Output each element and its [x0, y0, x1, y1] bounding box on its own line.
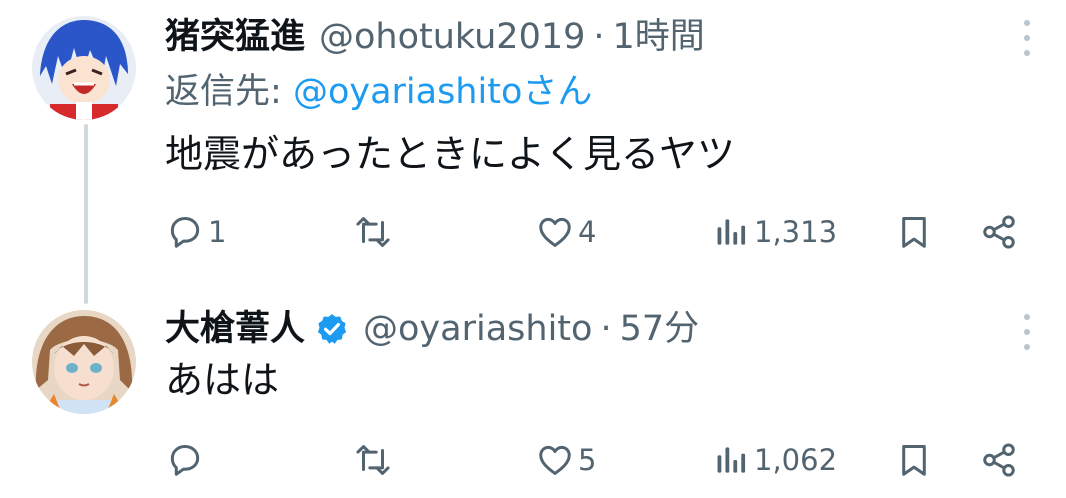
- share-icon: [983, 215, 1015, 249]
- like-button[interactable]: 5: [536, 438, 596, 482]
- reply-count: 1: [208, 215, 227, 249]
- action-bar: 1 4 1,313: [0, 210, 1066, 254]
- user-handle[interactable]: @ohotuku2019: [319, 16, 585, 58]
- retweet-button[interactable]: [354, 210, 392, 254]
- like-count: 4: [578, 215, 597, 249]
- reply-button[interactable]: 1: [166, 210, 226, 254]
- retweet-button[interactable]: [354, 438, 392, 482]
- like-button[interactable]: 4: [536, 210, 596, 254]
- like-icon: [539, 445, 571, 475]
- reply-icon: [170, 445, 200, 476]
- views-icon: [717, 219, 746, 245]
- share-icon: [983, 443, 1015, 477]
- avatar-oyariashito[interactable]: [32, 310, 136, 414]
- like-count: 5: [578, 443, 597, 477]
- retweet-icon: [356, 217, 390, 247]
- views-count: 1,062: [754, 443, 838, 477]
- views-button[interactable]: 1,313: [712, 210, 837, 254]
- retweet-icon: [356, 445, 390, 475]
- reply-icon: [170, 217, 200, 248]
- tweet-text: あはは: [165, 358, 280, 402]
- bookmark-icon: [902, 217, 926, 248]
- tweet-header: 大槍葦人 @oyariashito · 57分: [165, 308, 699, 350]
- display-name[interactable]: 猪突猛進: [165, 16, 305, 58]
- more-icon[interactable]: [1021, 20, 1033, 56]
- display-name[interactable]: 大槍葦人: [165, 308, 305, 350]
- more-icon[interactable]: [1021, 314, 1033, 350]
- timestamp[interactable]: 1時間: [613, 16, 705, 58]
- verified-badge-icon: [317, 314, 347, 344]
- tweet-header: 猪突猛進 @ohotuku2019 · 1時間: [165, 16, 705, 58]
- separator-dot: ·: [593, 17, 605, 57]
- like-icon: [539, 217, 571, 247]
- bookmark-icon: [902, 445, 926, 476]
- timestamp[interactable]: 57分: [620, 308, 700, 350]
- views-icon: [717, 447, 746, 473]
- bookmark-button[interactable]: [895, 438, 933, 482]
- action-bar: 5 1,062: [0, 438, 1066, 482]
- share-button[interactable]: [980, 438, 1018, 482]
- reply-to-mention[interactable]: @oyariashitoさん: [293, 72, 592, 112]
- bookmark-button[interactable]: [895, 210, 933, 254]
- avatar-ohotuku2019[interactable]: [32, 16, 136, 120]
- views-count: 1,313: [754, 215, 838, 249]
- reply-button[interactable]: [166, 438, 208, 482]
- user-handle[interactable]: @oyariashito: [363, 308, 592, 350]
- separator-dot: ·: [600, 309, 612, 349]
- views-button[interactable]: 1,062: [712, 438, 837, 482]
- reply-to-line: 返信先: @oyariashitoさん: [165, 70, 592, 114]
- share-button[interactable]: [980, 210, 1018, 254]
- reply-to-prefix: 返信先:: [165, 72, 282, 112]
- tweet-text: 地震があったときによく見るヤツ: [165, 132, 736, 176]
